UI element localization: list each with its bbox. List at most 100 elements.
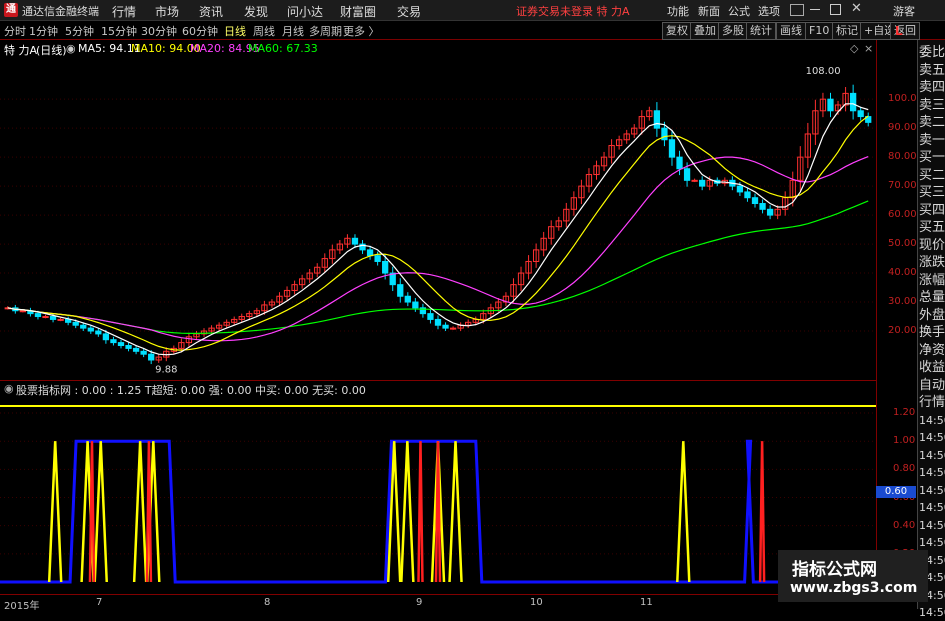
app-title: 通达信金融终端 <box>22 5 99 18</box>
candle-body <box>766 208 774 216</box>
window-icon[interactable] <box>790 4 804 16</box>
side-panel-item[interactable]: 总量 <box>919 289 945 306</box>
candle-body <box>759 203 766 210</box>
side-panel-item[interactable]: 委比 <box>919 44 945 61</box>
side-panel-item[interactable]: 买四 <box>919 202 945 219</box>
candle-body <box>404 295 411 303</box>
side-panel-item[interactable]: 自动 <box>919 377 945 394</box>
side-panel-item[interactable]: 14:50 <box>919 482 945 499</box>
btn-duogu[interactable]: 多股 <box>718 22 748 40</box>
candle-body <box>117 342 125 347</box>
candle-body <box>412 301 419 309</box>
menu-xuanxiang[interactable]: 选项 <box>758 3 780 19</box>
side-panel-item[interactable]: 收益 <box>919 359 945 376</box>
btn-fuquan[interactable]: 复权 <box>662 22 692 40</box>
side-panel-item[interactable]: 14:50 <box>919 447 945 464</box>
menu-zixun[interactable]: 资讯 <box>199 3 223 20</box>
maximize-icon[interactable] <box>830 4 841 15</box>
close-icon[interactable]: ✕ <box>851 1 862 16</box>
candle-body <box>140 350 147 355</box>
side-panel-item[interactable]: 卖二 <box>919 114 945 131</box>
candle-body <box>683 168 691 181</box>
indicator-chart[interactable] <box>0 396 876 592</box>
btn-f10[interactable]: F10 <box>805 22 834 40</box>
side-panel-item[interactable]: 行情 <box>919 394 945 411</box>
menu-gongshi[interactable]: 公式 <box>728 3 750 19</box>
menu-hangqing[interactable]: 行情 <box>112 3 136 20</box>
candle-body <box>95 330 102 335</box>
side-panel-item[interactable]: 卖三 <box>919 97 945 114</box>
period-5min[interactable]: 5分钟 <box>65 23 94 39</box>
high-annotation: 108.00 <box>806 66 841 77</box>
indicator-yellow-spike <box>93 441 108 583</box>
candle-body <box>442 324 449 329</box>
menu-gongneng[interactable]: 功能 <box>667 3 689 19</box>
price-tick: 80.00 <box>888 151 917 163</box>
period-week[interactable]: 周线 <box>253 23 275 39</box>
period-more[interactable]: 更多 〉 <box>343 23 380 39</box>
side-panel-item[interactable]: 14:50 <box>919 534 945 551</box>
side-panel-item[interactable]: 14:50 <box>919 412 945 429</box>
x-label-9: 9 <box>416 597 423 608</box>
side-panel-item[interactable]: 现价 <box>919 237 945 254</box>
menu-caifuquan[interactable]: 财富圈 <box>340 3 376 20</box>
side-panel-item[interactable]: 买三 <box>919 184 945 201</box>
period-60min[interactable]: 60分钟 <box>182 23 218 39</box>
btn-huaxian[interactable]: 画线 <box>776 22 806 40</box>
btn-diejia[interactable]: 叠加 <box>690 22 720 40</box>
kline-chart[interactable]: 108.00 9.88 <box>0 56 876 380</box>
diamond-icon[interactable]: ◇ <box>850 42 858 55</box>
price-tick: 60.00 <box>888 209 917 221</box>
side-panel-item[interactable]: 买二 <box>919 167 945 184</box>
minimize-icon[interactable] <box>810 9 820 10</box>
price-axis-flag: L <box>895 24 903 38</box>
candle-body <box>148 353 155 361</box>
menu-faxian[interactable]: 发现 <box>244 3 268 20</box>
indicator-tick: 1.20 <box>893 407 916 419</box>
price-tick: 20.00 <box>888 325 917 337</box>
side-panel-item[interactable]: 买五 <box>919 219 945 236</box>
menu-jiaoyi[interactable]: 交易 <box>397 3 421 20</box>
candle-body <box>668 139 676 158</box>
side-panel-item[interactable]: 涨幅 <box>919 272 945 289</box>
login-status: 证券交易未登录 特 力A <box>516 5 630 18</box>
side-panel-item[interactable]: 外盘 <box>919 307 945 324</box>
candle-body <box>34 313 42 318</box>
indicator-gear-icon[interactable]: ◉ <box>4 382 14 395</box>
menu-xinmian[interactable]: 新面 <box>698 3 720 19</box>
period-1min[interactable]: 1分钟 <box>29 23 58 39</box>
candle-body <box>132 347 140 352</box>
menu-wenxiaoda[interactable]: 问小达 <box>287 3 323 20</box>
side-panel-item[interactable]: 换手 <box>919 324 945 341</box>
side-panel-item[interactable]: 卖四 <box>919 79 945 96</box>
side-panel-item[interactable]: 买一 <box>919 149 945 166</box>
x-label-2015: 2015年 <box>4 601 40 612</box>
close-chart-icon[interactable]: × <box>864 42 873 55</box>
side-panel-item[interactable]: 14:50 <box>919 499 945 516</box>
side-panel-item[interactable]: 卖五 <box>919 62 945 79</box>
gear-icon[interactable]: ◉ <box>66 42 76 55</box>
indicator-tick: 1.00 <box>893 435 916 447</box>
side-panel-item[interactable]: 14:50 <box>919 604 945 621</box>
price-tick: 70.00 <box>888 180 917 192</box>
side-panel-item[interactable]: 14:50 <box>919 517 945 534</box>
period-month[interactable]: 月线 <box>282 23 304 39</box>
period-multi[interactable]: 多周期 <box>309 23 342 39</box>
price-tick: 90.00 <box>888 122 917 134</box>
indicator-tick: 0.80 <box>893 463 916 475</box>
guest-label[interactable]: 游客 <box>893 3 915 19</box>
candle-body <box>397 284 404 297</box>
side-panel-item[interactable]: 14:50 <box>919 464 945 481</box>
btn-biaoji[interactable]: 标记 <box>832 22 862 40</box>
period-30min[interactable]: 30分钟 <box>141 23 177 39</box>
side-panel-item[interactable]: 14:50 <box>919 429 945 446</box>
side-panel-item[interactable]: 涨跌 <box>919 254 945 271</box>
period-15min[interactable]: 15分钟 <box>101 23 137 39</box>
btn-tongji[interactable]: 统计 <box>746 22 776 40</box>
indicator-red-spike <box>434 441 442 583</box>
side-panel-item[interactable]: 卖一 <box>919 132 945 149</box>
menu-shichang[interactable]: 市场 <box>155 3 179 20</box>
period-fenshi[interactable]: 分时 <box>4 23 26 39</box>
period-day[interactable]: 日线 <box>224 23 246 39</box>
side-panel-item[interactable]: 净资 <box>919 342 945 359</box>
